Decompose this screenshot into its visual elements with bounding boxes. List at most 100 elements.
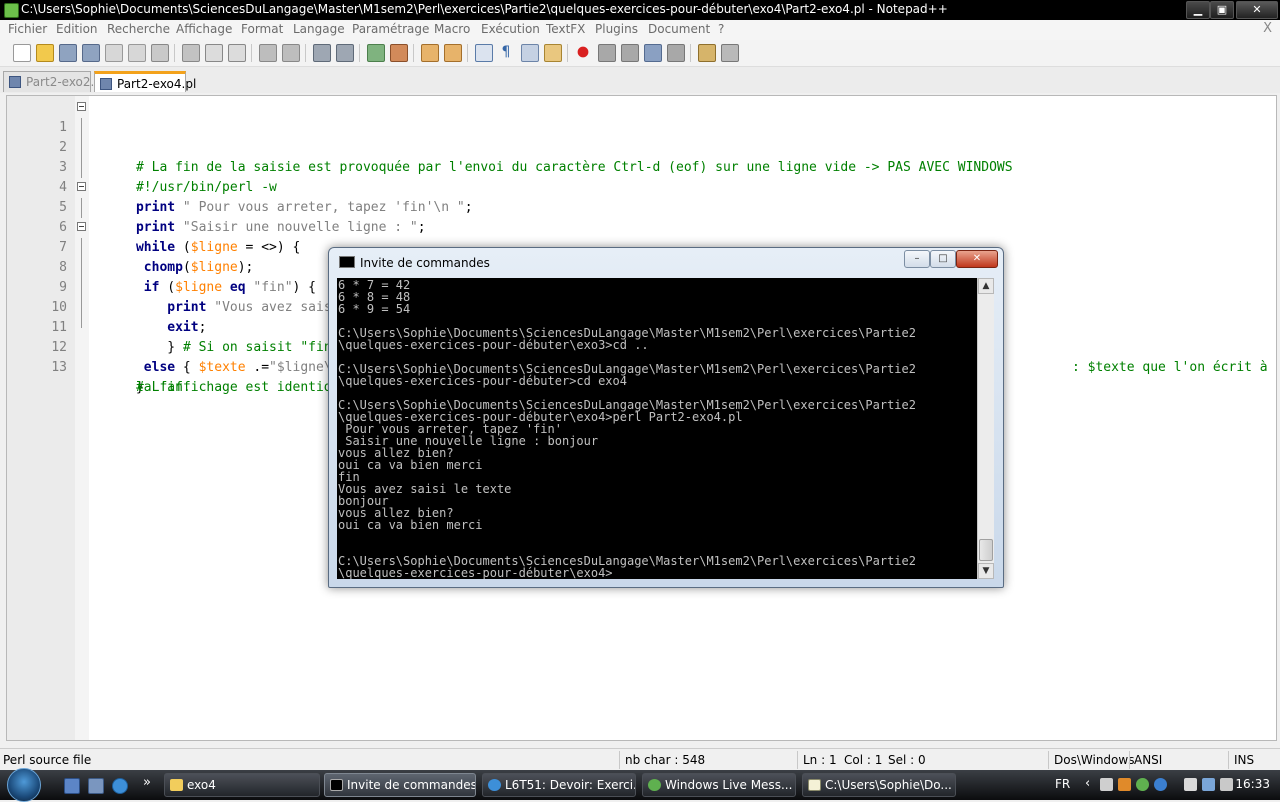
toolbar-separator bbox=[467, 44, 468, 62]
menu-edition[interactable]: Edition bbox=[56, 22, 98, 36]
scroll-thumb[interactable] bbox=[979, 539, 993, 561]
taskbar-button-exo4[interactable]: exo4 bbox=[164, 773, 320, 797]
network-icon[interactable] bbox=[1202, 778, 1215, 791]
line-number: 5 bbox=[59, 200, 67, 215]
menu-textfx[interactable]: TextFX bbox=[546, 22, 585, 36]
taskbar-button-command-prompt[interactable]: Invite de commandes bbox=[324, 773, 476, 797]
status-eol-format: Dos\Windows bbox=[1054, 753, 1135, 767]
save-all-icon[interactable] bbox=[82, 44, 100, 62]
command-prompt-window[interactable]: Invite de commandes – □ ✕ 6 * 7 = 42 6 *… bbox=[328, 247, 1004, 588]
quicklaunch-more-icon[interactable]: » bbox=[143, 775, 151, 790]
menu-fichier[interactable]: Fichier bbox=[8, 22, 47, 36]
line-number: 6 bbox=[59, 220, 67, 235]
scroll-up-arrow-icon[interactable]: ▲ bbox=[978, 278, 994, 294]
undo-icon[interactable] bbox=[259, 44, 277, 62]
new-file-icon[interactable] bbox=[13, 44, 31, 62]
menu-langage[interactable]: Langage bbox=[293, 22, 345, 36]
comment-text: la fin. bbox=[135, 380, 191, 395]
paste-icon[interactable] bbox=[228, 44, 246, 62]
close-button[interactable]: ✕ bbox=[1236, 1, 1278, 19]
menu-help[interactable]: ? bbox=[718, 22, 724, 36]
status-separator bbox=[1228, 751, 1229, 769]
show-hidden-icons-arrow-icon[interactable]: ‹ bbox=[1085, 776, 1090, 791]
messenger-icon bbox=[648, 779, 661, 791]
cmd-console[interactable]: 6 * 7 = 42 6 * 8 = 48 6 * 9 = 54 C:\User… bbox=[337, 278, 977, 579]
scroll-down-arrow-icon[interactable]: ▼ bbox=[978, 563, 994, 579]
start-button-icon[interactable] bbox=[7, 768, 41, 802]
open-file-icon[interactable] bbox=[36, 44, 54, 62]
word-wrap-icon[interactable] bbox=[475, 44, 493, 62]
find-icon[interactable] bbox=[313, 44, 331, 62]
tab-part2-exo4[interactable]: Part2-exo4.pl bbox=[94, 71, 196, 92]
user-language-icon[interactable] bbox=[544, 44, 562, 62]
safely-remove-hardware-icon[interactable] bbox=[1184, 778, 1197, 791]
fold-toggle-icon[interactable] bbox=[77, 102, 86, 111]
close-file-icon[interactable] bbox=[105, 44, 123, 62]
line-number: 1 bbox=[59, 120, 67, 135]
play-macro-icon[interactable] bbox=[621, 44, 639, 62]
status-column: Col : 1 bbox=[844, 753, 883, 767]
messenger-status-icon[interactable] bbox=[1136, 778, 1149, 791]
replace-icon[interactable] bbox=[336, 44, 354, 62]
cmd-minimize-button[interactable]: – bbox=[904, 250, 930, 268]
line-number: 3 bbox=[59, 160, 67, 175]
copy-icon[interactable] bbox=[205, 44, 223, 62]
line-number: 2 bbox=[59, 140, 67, 155]
minimize-button[interactable]: ▁ bbox=[1186, 1, 1210, 19]
toolbar: ¶ bbox=[0, 40, 1280, 67]
fold-toggle-icon[interactable] bbox=[77, 222, 86, 231]
menu-affichage[interactable]: Affichage bbox=[176, 22, 232, 36]
run-macro-multiple-icon[interactable] bbox=[644, 44, 662, 62]
maximize-button[interactable]: ▣ bbox=[1210, 1, 1234, 19]
taskbar-button-messenger[interactable]: Windows Live Mess... bbox=[642, 773, 796, 797]
save-icon[interactable] bbox=[59, 44, 77, 62]
menu-parametrage[interactable]: Paramétrage bbox=[352, 22, 429, 36]
record-macro-icon[interactable] bbox=[575, 44, 591, 60]
redo-icon[interactable] bbox=[282, 44, 300, 62]
show-all-chars-icon[interactable]: ¶ bbox=[498, 44, 514, 60]
keyword: exit bbox=[135, 320, 199, 335]
taskbar-button-notepadpp[interactable]: C:\Users\Sophie\Do... bbox=[802, 773, 956, 797]
zoom-in-icon[interactable] bbox=[367, 44, 385, 62]
save-macro-icon[interactable] bbox=[667, 44, 685, 62]
menu-macro[interactable]: Macro bbox=[434, 22, 470, 36]
clock[interactable]: 16:33 bbox=[1235, 777, 1270, 791]
show-desktop-icon[interactable] bbox=[64, 778, 80, 794]
close-all-icon[interactable] bbox=[128, 44, 146, 62]
code-line: 4 print "Saisir une nouvelle ligne : "; bbox=[59, 158, 426, 235]
window-title: C:\Users\Sophie\Documents\SciencesDuLang… bbox=[21, 2, 948, 16]
window-titlebar: C:\Users\Sophie\Documents\SciencesDuLang… bbox=[0, 0, 1280, 20]
zoom-out-icon[interactable] bbox=[390, 44, 408, 62]
cmd-maximize-button[interactable]: □ bbox=[930, 250, 956, 268]
menu-document[interactable]: Document bbox=[648, 22, 710, 36]
cmd-scrollbar[interactable]: ▲ ▼ bbox=[977, 278, 994, 579]
plugin-icon[interactable] bbox=[698, 44, 716, 62]
fold-toggle-icon[interactable] bbox=[77, 182, 86, 191]
print-icon[interactable] bbox=[151, 44, 169, 62]
sync-vertical-icon[interactable] bbox=[421, 44, 439, 62]
line-number: 10 bbox=[51, 300, 67, 315]
language-indicator[interactable]: FR bbox=[1055, 777, 1070, 791]
cmd-close-button[interactable]: ✕ bbox=[956, 250, 998, 268]
tab-part2-exo2[interactable]: Part2-exo2.pl bbox=[3, 71, 105, 92]
sync-horizontal-icon[interactable] bbox=[444, 44, 462, 62]
operator: .= bbox=[245, 360, 270, 375]
close-document-icon[interactable]: X bbox=[1263, 21, 1272, 36]
switch-windows-icon[interactable] bbox=[88, 778, 104, 794]
volume-icon[interactable] bbox=[1220, 778, 1233, 791]
indent-guide-icon[interactable] bbox=[521, 44, 539, 62]
plugin-icon[interactable] bbox=[721, 44, 739, 62]
tray-app-icon[interactable] bbox=[1118, 778, 1131, 791]
internet-explorer-icon[interactable] bbox=[112, 778, 128, 794]
menu-recherche[interactable]: Recherche bbox=[107, 22, 170, 36]
tray-app-icon[interactable] bbox=[1100, 778, 1113, 791]
menu-plugins[interactable]: Plugins bbox=[595, 22, 638, 36]
menu-execution[interactable]: Exécution bbox=[481, 22, 540, 36]
tray-app-icon[interactable] bbox=[1154, 778, 1167, 791]
stop-macro-icon[interactable] bbox=[598, 44, 616, 62]
menu-format[interactable]: Format bbox=[241, 22, 283, 36]
taskbar-button-browser[interactable]: L6T51: Devoir: Exerci... bbox=[482, 773, 636, 797]
code-line: 9 exit; bbox=[59, 258, 206, 335]
fold-line bbox=[81, 238, 82, 258]
cut-icon[interactable] bbox=[182, 44, 200, 62]
